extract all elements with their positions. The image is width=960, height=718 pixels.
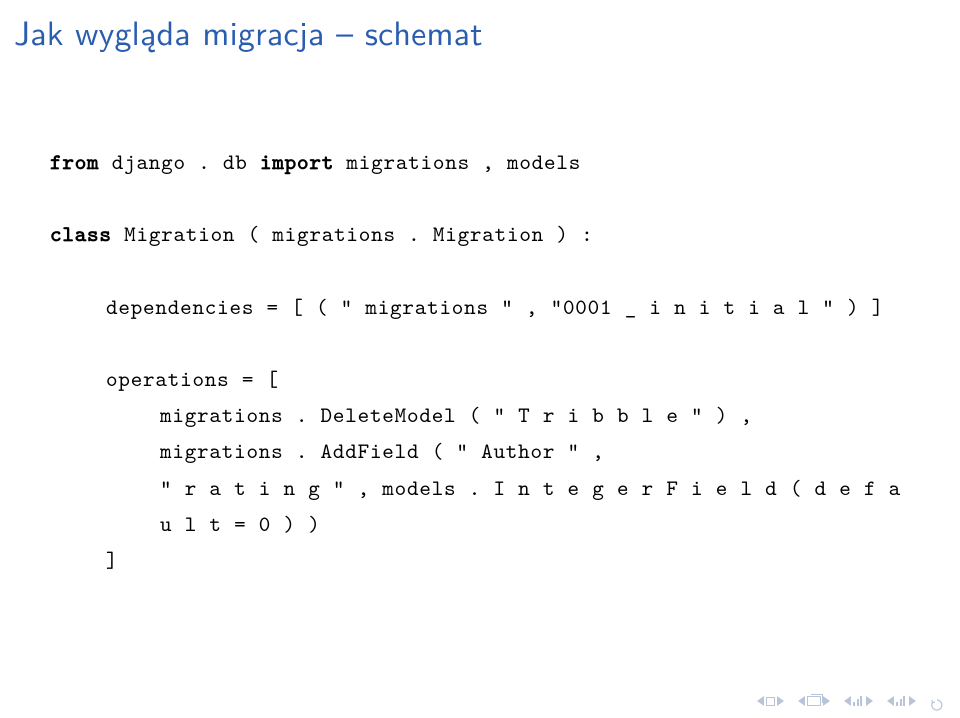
- next-frame-icon: [823, 696, 830, 706]
- nav-slide[interactable]: [757, 696, 784, 706]
- code-block: from django . db import migrations , mod…: [0, 56, 960, 579]
- class-line: class Migration ( migrations . Migration…: [50, 216, 910, 252]
- refresh-icon[interactable]: [930, 694, 944, 708]
- slide-box-icon: [766, 697, 775, 706]
- prev-sec-icon: [887, 696, 894, 706]
- bars-icon: [853, 696, 862, 706]
- prev-sub-icon: [844, 696, 851, 706]
- import-names: migrations , models: [334, 147, 581, 176]
- class-def: Migration ( migrations . Migration ) :: [112, 219, 594, 248]
- keyword-import: import: [260, 147, 334, 176]
- prev-slide-icon: [757, 696, 764, 706]
- operation-2: migrations . AddField ( " Author " ,: [50, 433, 910, 469]
- next-sec-icon: [909, 696, 916, 706]
- operation-1: migrations . DeleteModel ( " T r i b b l…: [50, 397, 910, 433]
- module-path: django . db: [99, 147, 260, 176]
- import-line: from django . db import migrations , mod…: [50, 144, 910, 180]
- prev-frame-icon: [798, 696, 805, 706]
- nav-frame[interactable]: [798, 696, 830, 706]
- frame-icon: [807, 696, 821, 706]
- keyword-class: class: [50, 219, 112, 248]
- nav-section[interactable]: [887, 696, 916, 706]
- beamer-nav: [757, 694, 944, 708]
- next-sub-icon: [866, 696, 873, 706]
- slide-title: Jak wygląda migracja – schemat: [0, 0, 960, 56]
- keyword-from: from: [50, 147, 99, 176]
- dependencies-line: dependencies = [ ( " migrations " , "000…: [50, 289, 910, 325]
- bars2-icon: [896, 696, 905, 706]
- operation-3: " r a t i n g " , models . I n t e g e r…: [50, 470, 910, 543]
- operations-close: ]: [50, 542, 910, 578]
- next-slide-icon: [777, 696, 784, 706]
- operations-open: operations = [: [50, 361, 910, 397]
- nav-subsection[interactable]: [844, 696, 873, 706]
